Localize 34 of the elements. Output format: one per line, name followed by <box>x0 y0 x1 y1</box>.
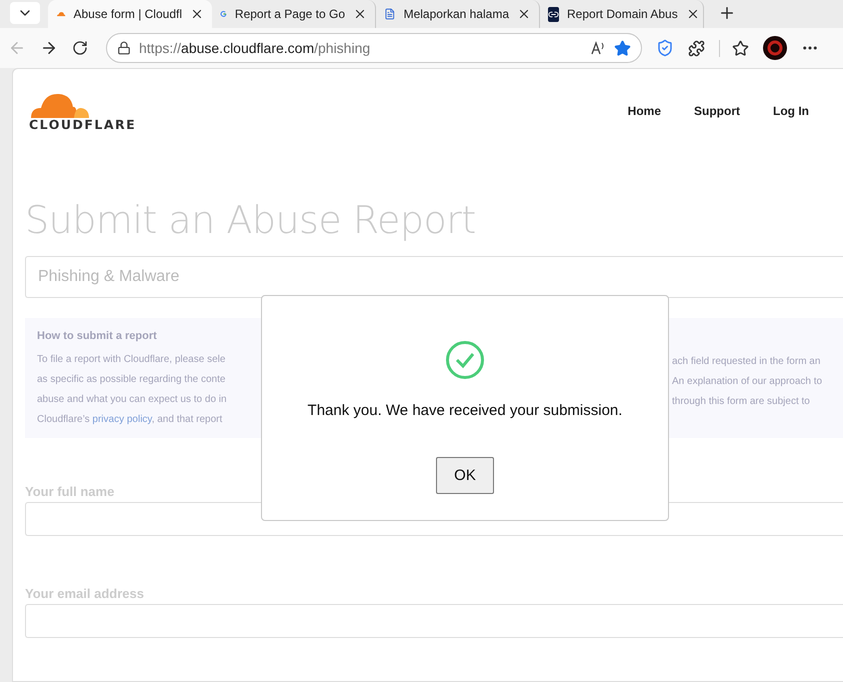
cloud-icon <box>56 9 66 19</box>
info-text: as specific as possible regarding the conte <box>37 373 226 387</box>
nav-link[interactable]: Log In <box>773 104 809 118</box>
shield-icon[interactable] <box>656 39 674 57</box>
close-icon[interactable] <box>517 7 531 21</box>
link-icon <box>548 6 559 22</box>
puzzle-icon[interactable] <box>688 40 705 56</box>
nav-link[interactable]: Home <box>628 104 661 118</box>
info-text: An explanation of our approach to <box>672 375 822 389</box>
info-text: abuse and what you can expect us to do in <box>37 393 228 407</box>
info-text: To file a report with Cloudflare, please sele <box>37 353 226 367</box>
info-text: Cloudflare’s privacy policy, and that report <box>37 413 224 427</box>
close-icon[interactable] <box>190 7 204 21</box>
refresh-icon[interactable] <box>72 40 88 56</box>
address-bar[interactable]: https://abuse.cloudflare.com/phishing <box>106 33 642 63</box>
ok-button[interactable]: OK <box>436 457 494 494</box>
forward-icon[interactable] <box>40 39 58 57</box>
star-icon[interactable] <box>614 40 631 56</box>
info-heading: How to submit a report <box>37 330 158 342</box>
nav-link[interactable]: Support <box>694 104 740 118</box>
new-tab-icon[interactable] <box>718 4 736 22</box>
info-text: through this form are subject to <box>672 395 811 409</box>
info-text: ach field requested in the form an <box>672 355 822 369</box>
browser-tab[interactable]: Abuse form | Cloudfl <box>48 0 212 28</box>
logo-text: CLOUDFLARE <box>29 116 136 132</box>
avatar-icon[interactable] <box>763 36 787 60</box>
document-icon <box>384 7 396 21</box>
input-field[interactable] <box>25 604 843 638</box>
read-aloud-icon[interactable] <box>590 40 606 56</box>
close-icon[interactable] <box>353 7 367 21</box>
dialog-message: Thank you. We have received your submission. <box>308 402 622 419</box>
favorites-icon[interactable] <box>719 40 749 56</box>
check-circle-icon <box>445 340 485 380</box>
lock-icon <box>117 41 131 55</box>
